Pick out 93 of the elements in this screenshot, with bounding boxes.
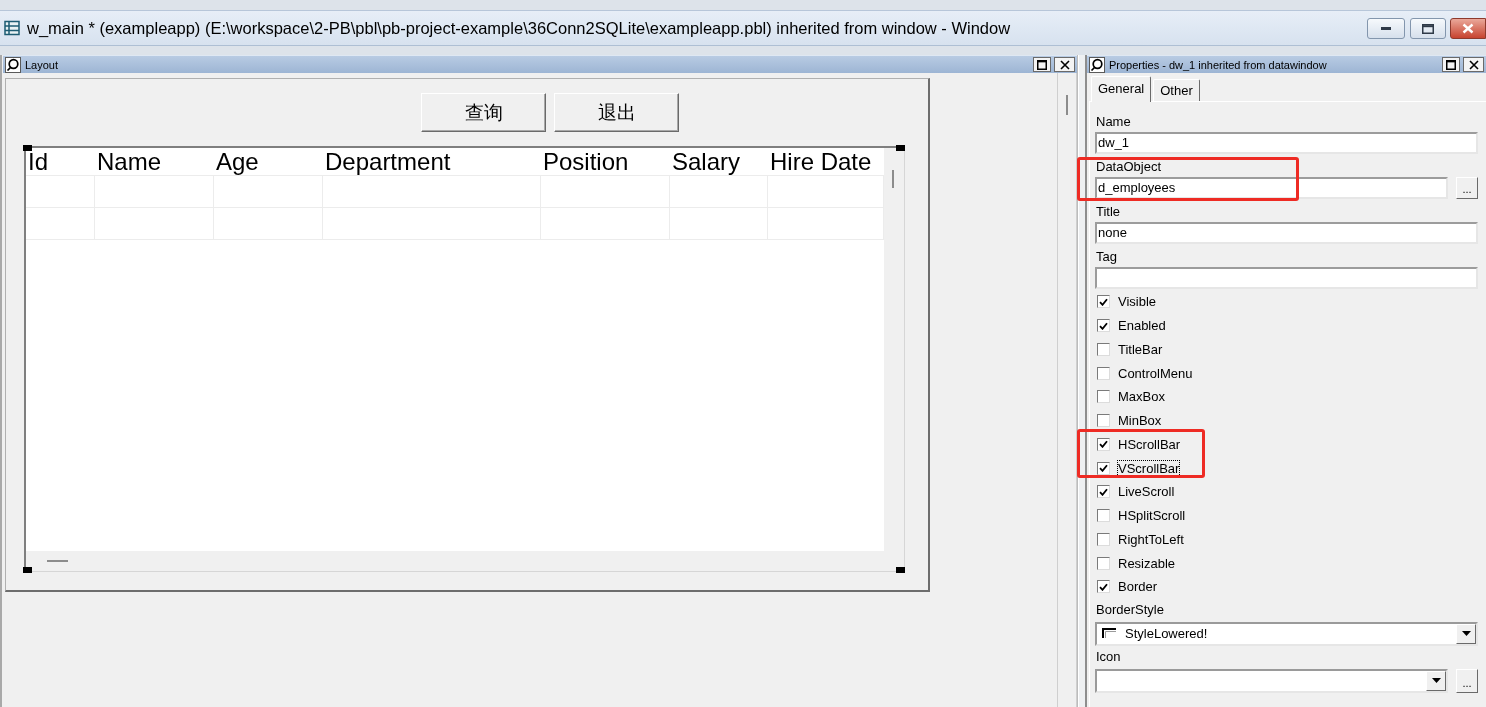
resize-handle-icon[interactable]: [23, 567, 32, 573]
dropdown-arrow-button[interactable]: [1456, 623, 1476, 644]
checkbox[interactable]: [1097, 414, 1110, 428]
column-header: Hire Date: [769, 148, 873, 175]
column-header: Position: [542, 148, 630, 175]
checkbox-label: HSplitScroll: [1118, 508, 1186, 524]
checkbox[interactable]: [1097, 319, 1110, 333]
checkbox-label: TitleBar: [1118, 341, 1163, 357]
command-button[interactable]: 退出: [554, 93, 679, 132]
dropdown[interactable]: StyleLowered!: [1095, 621, 1478, 646]
field-label: BorderStyle: [1095, 601, 1165, 618]
column-header: Salary: [671, 148, 742, 175]
resize-handle-icon[interactable]: [896, 567, 905, 573]
resize-handle-icon[interactable]: [23, 145, 32, 151]
scrollbar-thumb[interactable]: [892, 170, 894, 188]
maximize-icon: [1422, 23, 1434, 34]
splitter-bar[interactable]: [1078, 55, 1087, 707]
minimize-button[interactable]: [1367, 18, 1405, 39]
checkbox-label: ControlMenu: [1118, 365, 1193, 381]
window-title: w_main * (exampleapp) (E:\workspace\2-PB\pbl\pb-project-example\36Conn2SQLite\exampleapp.pbl) inherited from window - Window: [27, 18, 1011, 38]
resize-handle-icon[interactable]: [896, 145, 905, 151]
scrollbar-thumb[interactable]: [1066, 95, 1068, 115]
close-button[interactable]: [1054, 57, 1075, 72]
field-label: DataObject: [1095, 159, 1163, 175]
panel-title: Layout: [25, 57, 59, 72]
checkbox[interactable]: [1097, 390, 1110, 404]
checkmark-icon: [1099, 582, 1108, 591]
checkbox[interactable]: [1097, 461, 1110, 475]
table-icon: [4, 20, 20, 36]
checkbox-label: MaxBox: [1118, 389, 1165, 405]
text-field[interactable]: d_employees: [1095, 177, 1448, 199]
maximize-icon: [1037, 59, 1047, 70]
table-cell: [26, 208, 95, 240]
text-field[interactable]: dw_1: [1095, 132, 1478, 154]
checkbox-label: HScrollBar: [1118, 436, 1181, 452]
checkbox-label: LiveScroll: [1118, 484, 1175, 500]
column-header: Age: [215, 148, 260, 175]
corner-icon: [1102, 628, 1117, 640]
checkbox-label: VScrollBar: [1118, 460, 1180, 476]
checkbox[interactable]: [1097, 532, 1110, 546]
close-icon: [1059, 59, 1070, 70]
checkbox[interactable]: [1097, 437, 1110, 451]
panel-title: Properties - dw_1 inherited from datawindow: [1109, 57, 1327, 72]
column-header: Department: [324, 148, 452, 175]
checkbox[interactable]: [1097, 580, 1110, 594]
checkbox-label: Border: [1118, 579, 1158, 595]
checkmark-icon: [1099, 464, 1108, 473]
checkbox-label: Visible: [1118, 294, 1157, 310]
checkmark-icon: [1099, 487, 1108, 496]
checkbox-label: Enabled: [1118, 318, 1166, 334]
checkbox[interactable]: [1097, 342, 1110, 356]
browse-button[interactable]: ...: [1456, 177, 1478, 199]
magnifier-icon: [5, 56, 21, 73]
checkbox[interactable]: [1097, 485, 1110, 499]
checkbox[interactable]: [1097, 295, 1110, 309]
minimize-icon: [1381, 27, 1391, 30]
text-field[interactable]: none: [1095, 222, 1478, 244]
datawindow-control[interactable]: Id Name Age Department Position Salary Hire Date: [24, 146, 905, 572]
field-label: Icon: [1095, 648, 1122, 665]
close-icon: [1468, 59, 1479, 70]
checkbox[interactable]: [1097, 366, 1110, 380]
checkmark-icon: [1099, 440, 1108, 449]
magnifier-icon: [1089, 56, 1105, 73]
column-header: Id: [27, 148, 49, 175]
checkmark-icon: [1099, 321, 1108, 330]
tab[interactable]: Other: [1153, 79, 1200, 101]
field-label: Title: [1095, 204, 1122, 220]
close-icon: [1462, 23, 1474, 34]
maximize-button[interactable]: [1442, 57, 1460, 72]
caret-icon: [1461, 631, 1471, 637]
browse-button[interactable]: ...: [1456, 668, 1478, 693]
caret-icon: [1431, 678, 1441, 684]
checkbox[interactable]: [1097, 509, 1110, 523]
close-button[interactable]: [1463, 57, 1484, 72]
checkbox-label: Resizable: [1118, 555, 1176, 571]
command-button[interactable]: 查询: [421, 93, 546, 132]
checkbox[interactable]: [1097, 556, 1110, 570]
dropdown-arrow-button[interactable]: [1426, 670, 1446, 691]
vertical-scrollbar[interactable]: [1057, 73, 1077, 707]
scrollbar-thumb[interactable]: [47, 560, 68, 562]
maximize-icon: [1446, 59, 1456, 70]
text-field[interactable]: [1095, 267, 1478, 289]
tab[interactable]: General: [1091, 76, 1152, 102]
table-cell: [26, 176, 95, 208]
checkmark-icon: [1099, 297, 1108, 306]
field-label: Tag: [1095, 249, 1118, 265]
column-header: Name: [96, 148, 163, 175]
checkbox-label: MinBox: [1118, 413, 1162, 429]
maximize-button[interactable]: [1410, 18, 1446, 39]
field-label: Name: [1095, 114, 1132, 130]
checkbox-label: RightToLeft: [1118, 531, 1184, 547]
maximize-button[interactable]: [1033, 57, 1051, 72]
close-button[interactable]: [1450, 18, 1486, 39]
